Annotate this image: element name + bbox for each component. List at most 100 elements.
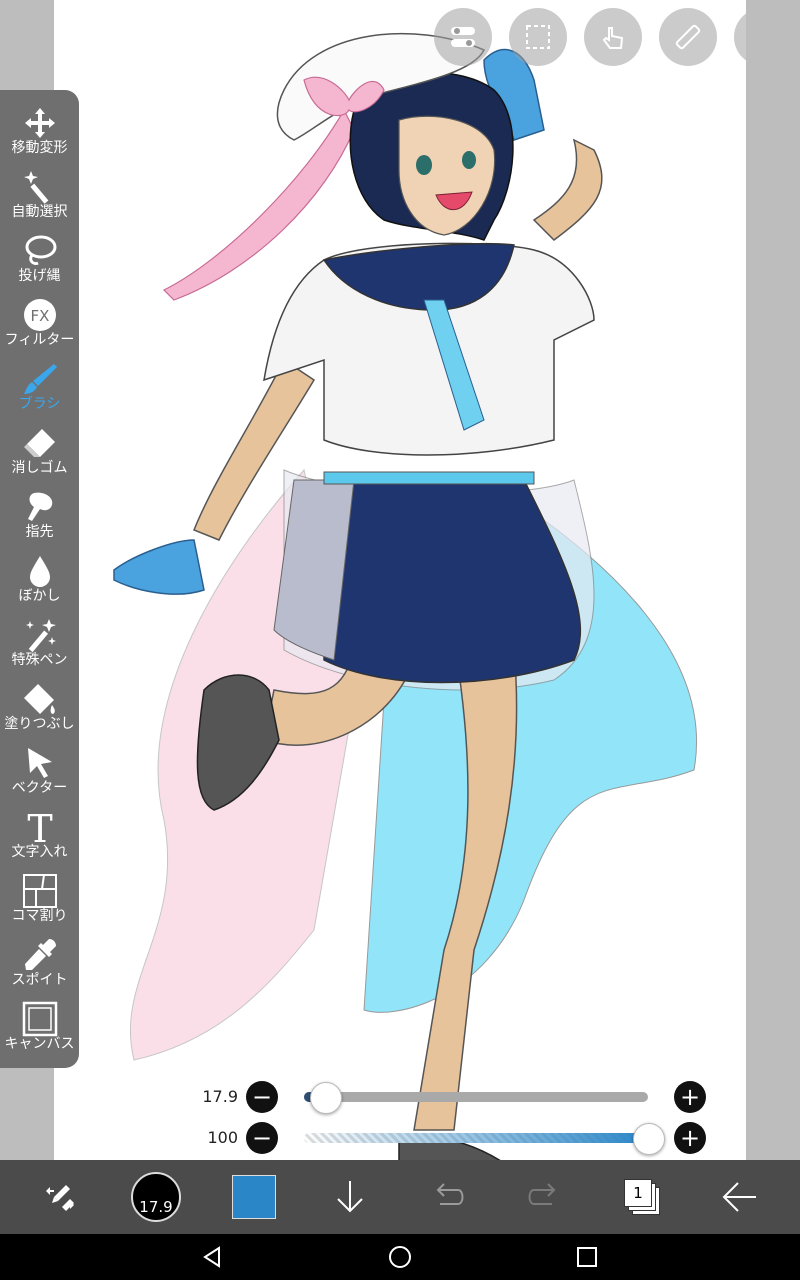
tool-move-transform[interactable]: 移動変形 [0, 104, 79, 166]
lasso-icon [25, 235, 56, 265]
opacity-knob[interactable] [633, 1123, 665, 1155]
finger-smudge-icon [27, 492, 52, 521]
tool-label: フィルター [4, 332, 75, 348]
arrow-left-icon [722, 1182, 756, 1212]
tool-label: 塗りつぶし [4, 716, 75, 732]
brush-size-knob[interactable] [309, 1082, 342, 1114]
tool-lasso[interactable]: 投げ縄 [0, 232, 79, 294]
eye [416, 155, 432, 175]
tool-canvas[interactable]: キャンバス [0, 1000, 79, 1062]
undo-icon [436, 1183, 464, 1205]
nav-recents-icon [577, 1247, 597, 1267]
tool-label: 文字入れ [11, 844, 68, 860]
touch-gesture-button[interactable] [584, 8, 642, 66]
swap-tool-button[interactable] [30, 1160, 90, 1234]
undo-button[interactable] [418, 1160, 478, 1234]
magic-wand-icon [23, 171, 48, 204]
eye [462, 151, 476, 169]
special-pen-icon [25, 619, 56, 653]
layers-button[interactable]: 1 [612, 1160, 672, 1234]
tool-label: 特殊ペン [11, 652, 68, 668]
brush-size-preview: 17.9 [131, 1172, 181, 1222]
opacity-decrease-button[interactable]: − [246, 1122, 278, 1154]
opacity-slider-row: 100 − + [180, 1121, 710, 1155]
tool-label: 消しゴム [11, 460, 68, 476]
tool-label: 指先 [25, 524, 54, 540]
current-color-swatch [232, 1175, 276, 1219]
tool-special-pen[interactable]: 特殊ペン [0, 616, 79, 678]
opacity-track-fill [304, 1133, 648, 1143]
brush-icon [23, 364, 57, 394]
tool-brush[interactable]: ブラシ [0, 360, 79, 422]
frame-divider-icon [22, 874, 57, 908]
system-nav-bar [0, 1234, 800, 1280]
touch-gesture-icon [602, 27, 624, 49]
redo-button[interactable] [514, 1160, 574, 1234]
tool-panel: 移動変形 自動選択 投げ縄 FX フィルター ブラシ 消しゴム 指先 ぼかし 特… [0, 90, 79, 1068]
pen-eraser-swap-icon [46, 1185, 74, 1211]
layer-count: 1 [633, 1184, 643, 1202]
nav-recents-button[interactable] [572, 1242, 602, 1272]
brush-size-increase-button[interactable]: + [674, 1081, 706, 1113]
opacity-value: 100 [207, 1128, 238, 1147]
bottom-toolbar: 17.9 1 [0, 1160, 800, 1234]
blur-drop-icon [29, 556, 50, 587]
minus-icon: − [251, 1083, 273, 1111]
toggle-settings-button[interactable] [434, 8, 492, 66]
glove [113, 539, 205, 595]
move-transform-icon [24, 108, 55, 138]
toggle-settings-icon [451, 27, 475, 47]
waist-band [323, 471, 535, 485]
drawing-canvas[interactable] [54, 0, 746, 1160]
opacity-increase-button[interactable]: + [674, 1122, 706, 1154]
nav-home-button[interactable] [385, 1242, 415, 1272]
plus-icon: + [679, 1083, 701, 1111]
selection-button[interactable] [509, 8, 567, 66]
eyedropper-icon [24, 939, 56, 970]
brush-size-value: 17.9 [202, 1087, 238, 1106]
character-illustration [113, 32, 698, 1160]
brush-size-decrease-button[interactable]: − [246, 1081, 278, 1113]
ruler-icon [675, 24, 701, 50]
brush-size-slider-row: 17.9 − + [180, 1080, 710, 1114]
tool-vector[interactable]: ベクター [0, 744, 79, 806]
selection-icon [526, 25, 550, 49]
tool-blur[interactable]: ぼかし [0, 552, 79, 614]
fx-filter-icon: FX [23, 299, 56, 331]
tool-label: ぼかし [18, 588, 61, 604]
layers-icon: 1 [624, 1179, 660, 1215]
minus-icon: − [251, 1124, 273, 1152]
tool-auto-select[interactable]: 自動選択 [0, 168, 79, 230]
brush-size-preview-label: 17.9 [139, 1198, 173, 1216]
plus-icon: + [679, 1124, 701, 1152]
tool-bucket-fill[interactable]: 塗りつぶし [0, 680, 79, 742]
nav-back-icon [203, 1246, 220, 1268]
arm [532, 138, 603, 241]
brush-size-track[interactable] [304, 1092, 648, 1102]
tool-eyedropper[interactable]: スポイト [0, 936, 79, 998]
tool-label: 自動選択 [11, 204, 68, 220]
arrow-down-icon [337, 1181, 363, 1213]
ruler-button[interactable] [659, 8, 717, 66]
download-button[interactable] [320, 1160, 380, 1234]
tool-frame-divider[interactable]: コマ割り [0, 872, 79, 934]
tool-filter[interactable]: FX フィルター [0, 296, 79, 358]
nav-back-button[interactable] [198, 1242, 228, 1272]
canvas-icon [22, 1001, 57, 1037]
vector-arrow-icon [27, 748, 52, 778]
color-picker-button[interactable] [226, 1160, 282, 1234]
eraser-icon [23, 429, 55, 457]
tool-label: ブラシ [18, 396, 61, 412]
brush-size-preview-button[interactable]: 17.9 [128, 1160, 184, 1234]
tool-label: スポイト [11, 972, 68, 988]
back-button[interactable] [710, 1160, 770, 1234]
tool-label: ベクター [11, 780, 68, 796]
tool-finger[interactable]: 指先 [0, 488, 79, 550]
tool-label: 移動変形 [11, 140, 68, 156]
nav-home-icon [389, 1246, 411, 1268]
tool-eraser[interactable]: 消しゴム [0, 424, 79, 486]
tool-label: コマ割り [11, 908, 68, 924]
tool-text[interactable]: T 文字入れ [0, 808, 79, 870]
bucket-fill-icon [23, 684, 55, 714]
redo-icon [528, 1183, 556, 1205]
